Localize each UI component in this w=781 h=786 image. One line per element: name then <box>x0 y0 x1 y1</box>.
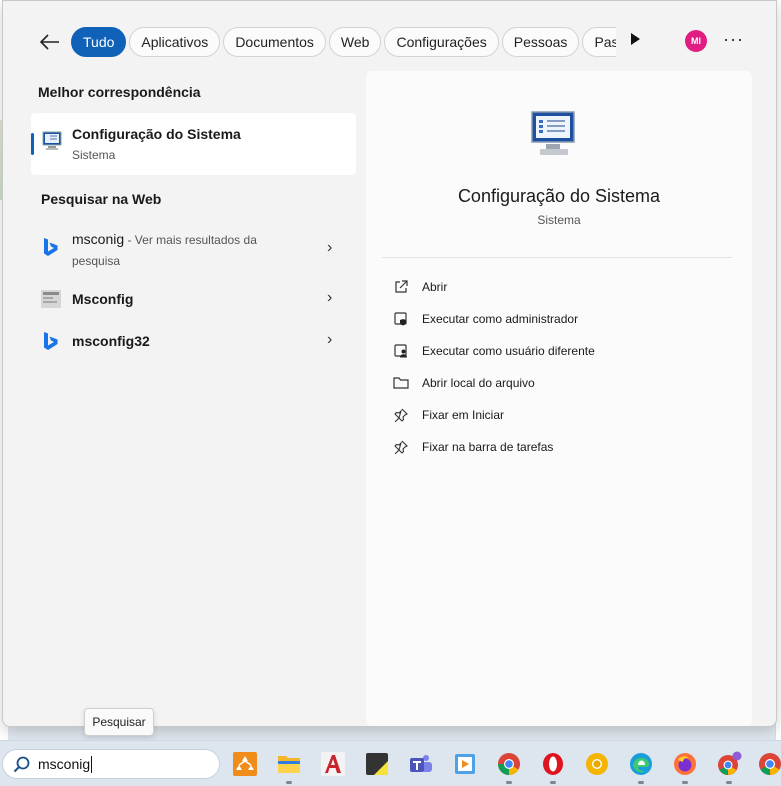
running-indicator <box>550 781 556 784</box>
edge-icon[interactable] <box>628 751 654 777</box>
filter-tabs: Tudo Aplicativos Documentos Web Configuraçõe… <box>71 27 616 59</box>
user-run-icon <box>392 342 410 360</box>
best-match-heading: Melhor correspondência <box>38 84 201 100</box>
back-button[interactable] <box>35 27 65 57</box>
web-result-suffix: - Ver mais resultados da <box>124 233 257 247</box>
tab-documents[interactable]: Documentos <box>223 27 326 57</box>
chrome-profile-icon[interactable] <box>716 751 742 777</box>
running-indicator <box>726 781 732 784</box>
search-tooltip: Pesquisar <box>84 708 154 736</box>
action-label: Executar como administrador <box>422 312 579 326</box>
system-config-large-icon <box>529 109 579 164</box>
search-icon <box>13 756 30 772</box>
tab-web[interactable]: Web <box>328 27 382 57</box>
shield-run-icon <box>392 310 410 328</box>
chrome-icon-2[interactable] <box>757 751 781 777</box>
filter-bar: Tudo Aplicativos Documentos Web Configuraçõe… <box>3 25 776 59</box>
details-subtitle: Sistema <box>537 213 581 227</box>
chevron-right-icon[interactable]: › <box>327 239 332 257</box>
selection-indicator <box>31 133 34 155</box>
lattice-app-icon[interactable] <box>232 751 258 777</box>
running-indicator <box>638 781 644 784</box>
web-result-query: msconig <box>72 231 125 247</box>
file-explorer-icon[interactable] <box>276 751 302 777</box>
taskbar: msconig <box>0 740 781 786</box>
action-label: Fixar na barra de tarefas <box>422 440 554 454</box>
best-match-subtitle: Sistema <box>72 148 116 162</box>
best-match-result[interactable]: Configuração do Sistema Sistema <box>31 113 356 175</box>
action-open-file-location[interactable]: Abrir local do arquivo <box>392 372 535 394</box>
tab-apps[interactable]: Aplicativos <box>129 27 221 57</box>
best-match-title: Configuração do Sistema <box>72 126 241 142</box>
chrome-icon[interactable] <box>496 751 522 777</box>
web-search-heading: Pesquisar na Web <box>41 191 162 207</box>
action-run-as-admin[interactable]: Executar como administrador <box>392 308 578 330</box>
bing-icon <box>41 331 59 356</box>
tab-people[interactable]: Pessoas <box>501 27 580 57</box>
action-pin-to-start[interactable]: Fixar em Iniciar <box>392 404 504 426</box>
details-pane: Configuração do Sistema Sistema Abrir Ex… <box>366 71 752 726</box>
tab-all[interactable]: Tudo <box>71 27 127 57</box>
divider <box>382 257 732 258</box>
web-result-query: msconfig32 <box>72 333 150 349</box>
chrome-canary-icon[interactable] <box>584 751 610 777</box>
autocad-icon[interactable] <box>320 751 346 777</box>
bing-icon <box>41 237 59 262</box>
taskbar-search-box[interactable]: msconig <box>2 749 220 779</box>
web-result-msconig[interactable]: msconig - Ver mais resultados da pesquisa… <box>31 229 356 273</box>
tab-folders[interactable]: Pas <box>582 27 616 57</box>
web-result-suffix-2: pesquisa <box>72 254 121 268</box>
action-label: Abrir local do arquivo <box>422 376 535 390</box>
system-config-icon <box>41 130 63 155</box>
firefox-icon[interactable] <box>672 751 698 777</box>
pin-icon <box>392 406 410 424</box>
open-external-icon <box>392 278 410 296</box>
play-icon[interactable] <box>631 33 640 45</box>
chevron-right-icon[interactable]: › <box>327 331 332 349</box>
action-label: Executar como usuário diferente <box>422 344 595 358</box>
more-options-button[interactable]: ··· <box>723 29 744 50</box>
action-pin-to-taskbar[interactable]: Fixar na barra de tarefas <box>392 436 553 458</box>
media-icon[interactable] <box>452 751 478 777</box>
running-indicator <box>286 781 292 784</box>
avatar[interactable]: MI <box>685 30 707 52</box>
teams-icon[interactable] <box>408 751 434 777</box>
action-open[interactable]: Abrir <box>392 276 447 298</box>
running-indicator <box>682 781 688 784</box>
action-run-as-other-user[interactable]: Executar como usuário diferente <box>392 340 595 362</box>
arrow-left-icon <box>40 34 59 50</box>
sticky-notes-icon[interactable] <box>364 751 390 777</box>
pin-icon <box>392 438 410 456</box>
web-result-msconfig32[interactable]: msconfig32 › <box>31 331 356 353</box>
folder-icon <box>392 374 410 392</box>
action-label: Abrir <box>422 280 448 294</box>
tab-settings[interactable]: Configurações <box>384 27 499 57</box>
running-indicator <box>506 781 512 784</box>
details-title: Configuração do Sistema <box>457 186 661 206</box>
search-input[interactable]: msconig <box>38 756 90 772</box>
chevron-right-icon[interactable]: › <box>327 289 332 307</box>
text-caret <box>91 755 93 773</box>
action-label: Fixar em Iniciar <box>422 408 505 422</box>
opera-icon[interactable] <box>540 751 566 777</box>
web-result-query: Msconfig <box>72 291 134 307</box>
search-flyout: Tudo Aplicativos Documentos Web Configuraçõe… <box>2 0 777 727</box>
web-result-msconfig[interactable]: Msconfig › <box>31 289 356 311</box>
page-thumb-icon <box>41 290 61 311</box>
